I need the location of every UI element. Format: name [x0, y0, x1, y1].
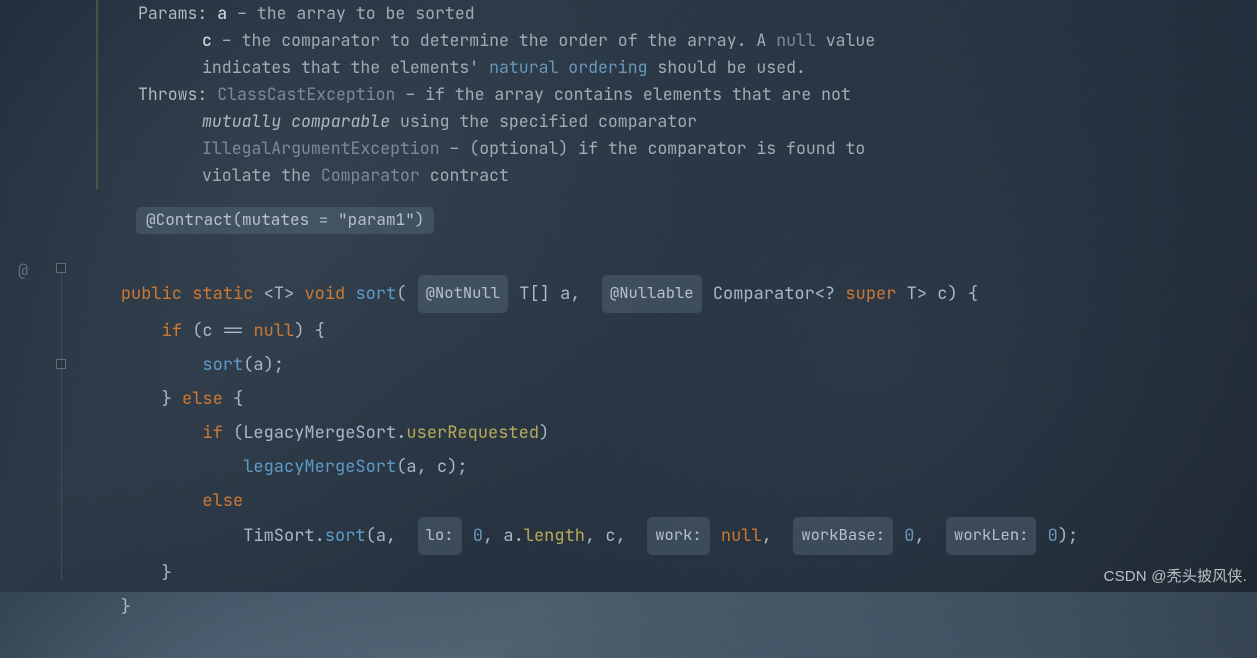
param: c: [937, 283, 947, 305]
identifier: c: [437, 456, 447, 478]
code-block[interactable]: public static <T> void sort( @NotNull T[…: [80, 242, 1257, 658]
keyword: else: [182, 388, 223, 410]
javadoc-param-name: c: [202, 29, 212, 51]
javadoc-throws-row: mutually comparable using the specified …: [138, 108, 1257, 135]
identifier: a: [253, 354, 263, 376]
code-line[interactable]: TimSort.sort(a, lo: 0, a.length, c, work…: [80, 525, 1078, 547]
javadoc-text: should be used.: [648, 56, 806, 78]
javadoc-link[interactable]: natural ordering: [489, 56, 647, 78]
gutter-annotation-icon[interactable]: @: [18, 260, 28, 282]
code-line[interactable]: else: [80, 490, 243, 512]
watermark: CSDN @秃头披风侠.: [1104, 565, 1247, 586]
javadoc-text: violate the: [202, 164, 321, 186]
javadoc-link[interactable]: Comparator: [321, 164, 420, 186]
method-call: sort: [325, 525, 366, 547]
javadoc-throws-row: violate the Comparator contract: [138, 162, 1257, 189]
keyword: null: [253, 320, 294, 342]
javadoc-params-row: c – the comparator to determine the orde…: [138, 27, 1257, 54]
code-editor[interactable]: Params: a – the array to be sorted c – t…: [80, 0, 1257, 592]
hint-notnull: @NotNull: [418, 275, 508, 313]
keyword: if: [202, 422, 222, 444]
class-ref: TimSort: [243, 525, 314, 547]
keyword: null: [721, 525, 762, 547]
javadoc-text: – (optional) if the comparator is found …: [440, 137, 866, 159]
code-line[interactable]: if (LegacyMergeSort.userRequested): [80, 422, 549, 444]
javadoc-text: contract: [420, 164, 509, 186]
code-line[interactable]: if (c == null) {: [80, 320, 325, 342]
code-line[interactable]: legacyMergeSort(a, c);: [80, 456, 468, 478]
javadoc-text: value: [816, 29, 875, 51]
field-ref: length: [524, 525, 585, 547]
identifier: c: [605, 525, 615, 547]
code-line[interactable]: }: [80, 596, 131, 618]
javadoc-params-row: indicates that the elements' natural ord…: [138, 54, 1257, 81]
operator: ==: [223, 320, 243, 342]
annotation-line: @Contract(mutates = "param1"): [136, 207, 1257, 234]
javadoc-text: – the comparator to determine the order …: [212, 29, 776, 51]
editor-gutter: @: [0, 0, 70, 592]
number: 0: [904, 525, 914, 547]
param-hint: work:: [647, 517, 710, 555]
type: T>: [907, 283, 927, 305]
class-ref: LegacyMergeSort: [243, 422, 396, 444]
javadoc-throws-row: IllegalArgumentException – (optional) if…: [138, 135, 1257, 162]
keyword: else: [202, 490, 243, 512]
method-call: sort: [202, 354, 243, 376]
code-line[interactable]: } else {: [80, 388, 243, 410]
code-line[interactable]: }: [80, 562, 172, 584]
javadoc-emphasis: mutually comparable: [202, 110, 390, 132]
method-call: legacyMergeSort: [243, 456, 396, 478]
fold-guide-line: [61, 270, 62, 580]
javadoc-throws-row: Throws: ClassCastException – if the arra…: [138, 81, 1257, 108]
javadoc-label: Throws:: [138, 81, 207, 108]
generic: <T>: [264, 283, 295, 305]
javadoc-link[interactable]: ClassCastException: [217, 83, 395, 105]
param-hint: workBase:: [793, 517, 893, 555]
param-hint: workLen:: [946, 517, 1036, 555]
keyword: if: [162, 320, 182, 342]
keyword: void: [304, 283, 345, 305]
number: 0: [473, 525, 483, 547]
javadoc-code: null: [776, 29, 816, 51]
javadoc-text: – if the array contains elements that ar…: [395, 83, 850, 105]
javadoc-text: indicates that the elements': [202, 56, 489, 78]
javadoc-params-row: Params: a – the array to be sorted: [138, 0, 1257, 27]
javadoc-param-name: a: [217, 2, 227, 24]
type: T[]: [519, 283, 550, 305]
javadoc-label: Params:: [138, 0, 207, 27]
number: 0: [1048, 525, 1058, 547]
javadoc-block: Params: a – the array to be sorted c – t…: [96, 0, 1257, 189]
keyword: super: [845, 283, 896, 305]
param: a: [560, 283, 570, 305]
identifier: a: [376, 525, 386, 547]
method-name: sort: [355, 283, 396, 305]
javadoc-link[interactable]: IllegalArgumentException: [202, 137, 440, 159]
field-ref: userRequested: [406, 422, 539, 444]
code-line[interactable]: sort(a);: [80, 354, 284, 376]
type: Comparator<?: [713, 283, 835, 305]
code-line[interactable]: public static <T> void sort( @NotNull T[…: [80, 283, 978, 305]
identifier: c: [202, 320, 212, 342]
javadoc-text: – the array to be sorted: [227, 2, 475, 24]
identifier: a: [406, 456, 416, 478]
contract-annotation: @Contract(mutates = "param1"): [136, 207, 434, 234]
identifier: a: [503, 525, 513, 547]
keyword: public: [121, 283, 182, 305]
javadoc-text: using the specified comparator: [390, 110, 697, 132]
param-hint: lo:: [418, 517, 462, 555]
keyword: static: [192, 283, 253, 305]
hint-nullable: @Nullable: [602, 275, 702, 313]
